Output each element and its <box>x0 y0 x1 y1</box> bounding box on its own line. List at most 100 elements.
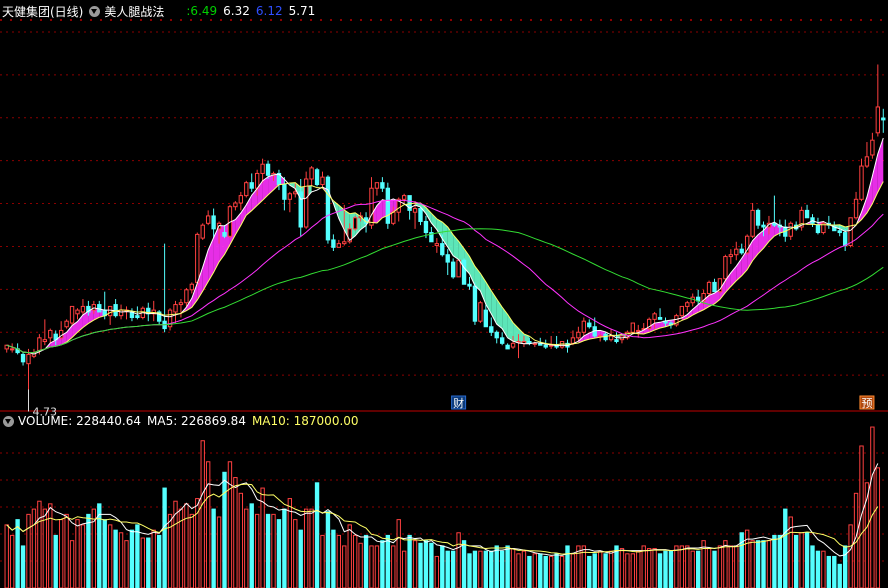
volume-bars <box>4 426 881 588</box>
candle-body <box>233 202 238 208</box>
candle-body <box>614 339 619 343</box>
volume-bar <box>527 555 532 588</box>
indicator-name[interactable]: 美人腿战法 <box>104 3 164 20</box>
indicator-value-3: 6.12 <box>255 4 283 18</box>
candle-body <box>864 156 870 167</box>
indicator-dropdown-icon[interactable] <box>89 5 101 17</box>
candle-body <box>135 315 140 319</box>
volume-bar <box>347 524 352 588</box>
candle-body <box>222 232 227 237</box>
forecast-badge[interactable]: 预 <box>861 397 872 410</box>
volume-bar <box>325 511 331 588</box>
volume-bar <box>548 555 554 588</box>
candle-body <box>723 256 728 280</box>
volume-bar <box>674 545 679 588</box>
volume-bar <box>303 508 309 588</box>
candle-body <box>755 209 761 226</box>
candle-body <box>870 139 875 156</box>
volume-bar <box>848 524 853 588</box>
candle-body <box>434 243 440 246</box>
candle-body <box>483 309 489 328</box>
volume-bar <box>543 555 548 588</box>
candle-body <box>472 285 478 322</box>
volume-bar <box>118 532 124 588</box>
volume-bar <box>391 545 396 588</box>
volume-bar <box>777 534 783 588</box>
candle-body <box>118 309 124 317</box>
volume-bar <box>608 550 614 588</box>
candle-body <box>325 176 331 241</box>
candle-body <box>195 233 200 283</box>
candle-body <box>532 342 538 345</box>
volume-ma10: MA10: 187000.00 <box>251 414 359 428</box>
volume-bar <box>772 534 777 588</box>
volume-bar <box>750 540 755 588</box>
candle-body <box>418 208 423 222</box>
volume-bar <box>695 550 701 588</box>
volume-bar <box>407 534 412 588</box>
candle-body <box>9 348 15 351</box>
candle-body <box>657 317 663 320</box>
ribbon-segment <box>872 153 878 204</box>
volume-bar <box>826 555 832 588</box>
candle-body <box>211 215 216 230</box>
candle-body <box>336 243 342 248</box>
volume-bar <box>276 519 282 588</box>
volume-bar <box>717 545 723 588</box>
volume-bar <box>761 540 766 588</box>
candle-body <box>189 283 195 291</box>
volume-bar <box>701 540 706 588</box>
volume-bar <box>140 537 146 588</box>
indicator-value-2: 6.32 <box>223 4 250 18</box>
volume-bar <box>20 545 26 588</box>
volume-bar <box>69 540 75 588</box>
volume-bar <box>489 550 494 588</box>
volume-bar <box>189 513 195 588</box>
candle-body <box>543 344 548 348</box>
candle-body <box>69 305 75 324</box>
candle-body <box>510 342 516 348</box>
candle-body <box>859 165 864 200</box>
volume-dropdown-icon[interactable] <box>3 415 14 427</box>
volume-bar <box>499 550 505 588</box>
candle-body <box>804 209 810 219</box>
volume-bar <box>630 553 636 588</box>
candle-body <box>342 241 347 245</box>
candle-body <box>576 331 581 339</box>
volume-bar <box>875 467 881 588</box>
volume-bar <box>80 524 86 588</box>
stock-label[interactable]: 天健集团(日线) <box>2 3 83 20</box>
volume-bar <box>401 550 407 588</box>
volume-bar <box>587 555 592 588</box>
finance-badge[interactable]: 财 <box>453 396 464 410</box>
candle-body <box>478 302 483 322</box>
candle-body <box>494 331 499 339</box>
candle-body <box>652 313 657 320</box>
candle-body <box>505 344 510 350</box>
volume-bar <box>505 545 510 588</box>
candle-body <box>254 172 260 189</box>
volume-bar <box>358 542 363 588</box>
volume-bar <box>227 461 233 588</box>
volume-bar <box>254 513 260 588</box>
volume-bar <box>641 545 646 588</box>
volume-bar <box>205 461 211 588</box>
volume-bar <box>369 545 374 588</box>
kline-chart: 4.73 财 预 <box>0 19 888 588</box>
ribbon-segment <box>246 195 252 216</box>
candle-body <box>287 193 293 200</box>
volume-bar <box>282 508 287 588</box>
volume-bar <box>559 555 565 588</box>
volume-bar <box>456 532 461 588</box>
volume-bar <box>156 534 162 588</box>
candle-body <box>244 182 249 197</box>
candle-body <box>42 339 48 343</box>
volume-bar <box>783 508 788 588</box>
volume-bar <box>336 534 342 588</box>
volume-bar <box>75 519 80 588</box>
candle-body <box>750 209 755 237</box>
ribbon-segment <box>202 249 209 292</box>
volume-bar <box>712 550 717 588</box>
candle-body <box>391 211 396 224</box>
volume-bar <box>113 529 118 588</box>
